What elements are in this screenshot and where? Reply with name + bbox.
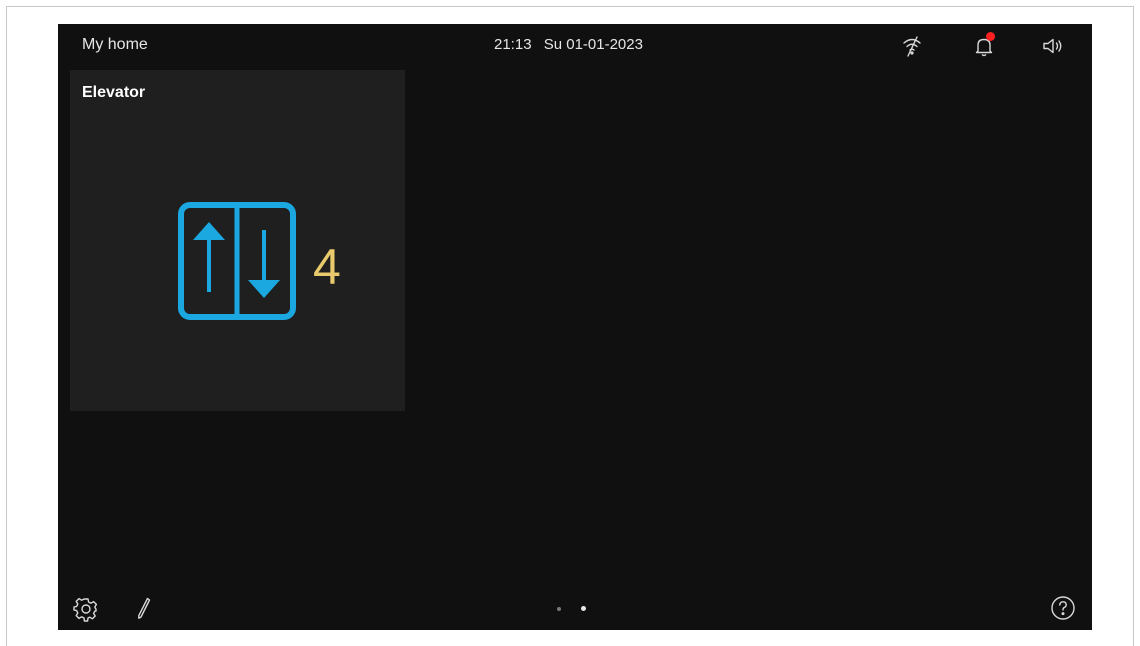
wifi-off-icon[interactable]	[900, 34, 924, 63]
clock-time: 21:13	[494, 36, 532, 53]
help-icon[interactable]	[1050, 595, 1076, 626]
bell-icon[interactable]	[972, 32, 996, 63]
elevator-up-down-icon	[178, 202, 298, 329]
clock-date: Su 01-01-2023	[543, 36, 643, 53]
page-indicator[interactable]	[557, 606, 591, 612]
edit-icon[interactable]	[132, 596, 156, 625]
page-dot-active[interactable]	[581, 606, 586, 611]
settings-icon[interactable]	[73, 596, 99, 627]
top-bar: My home 21:13 Su 01-01-2023	[58, 24, 1092, 68]
tile-title: Elevator	[82, 84, 146, 101]
notification-badge	[986, 32, 995, 41]
home-screen: My home 21:13 Su 01-01-2023 Elevator 4	[58, 24, 1092, 630]
elevator-tile[interactable]: Elevator 4	[70, 70, 405, 411]
home-title[interactable]: My home	[82, 36, 148, 54]
speaker-icon[interactable]	[1040, 34, 1066, 63]
floor-number: 4	[313, 239, 341, 295]
page-dot[interactable]	[557, 607, 561, 611]
datetime: 21:13 Su 01-01-2023	[494, 36, 643, 53]
